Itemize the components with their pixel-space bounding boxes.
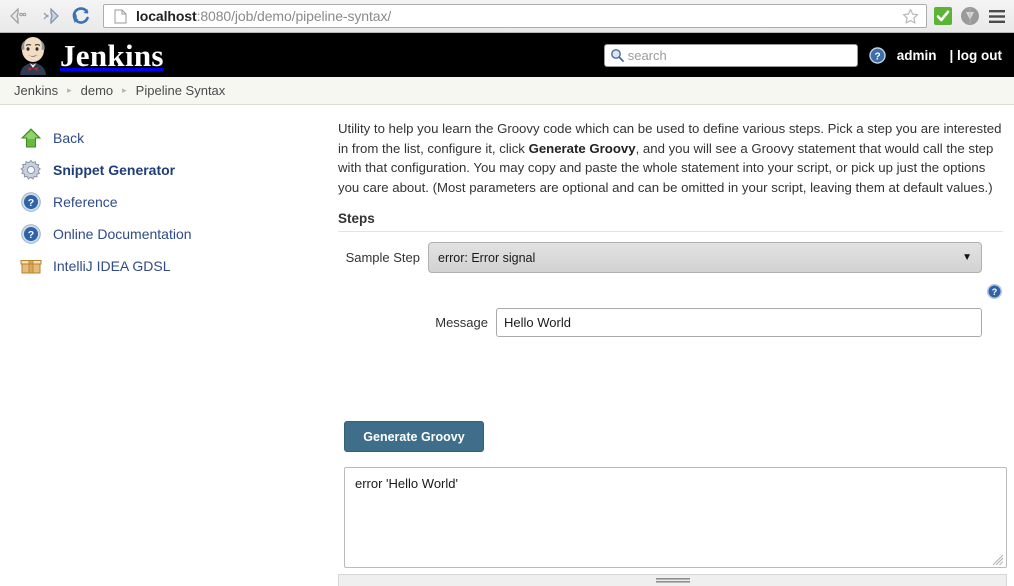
- green-check-icon[interactable]: [932, 5, 954, 27]
- jenkins-butler-icon: [14, 35, 52, 75]
- url-text: localhost:8080/job/demo/pipeline-syntax/: [136, 8, 391, 24]
- main-content: Utility to help you learn the Groovy cod…: [332, 105, 1014, 586]
- sidebar-item-label: Reference: [53, 194, 118, 210]
- intro-emphasis: Generate Groovy: [529, 141, 636, 156]
- breadcrumb-item-pipeline-syntax[interactable]: Pipeline Syntax: [136, 83, 226, 98]
- jenkins-header: Jenkins search ? admin | log out: [0, 33, 1014, 77]
- generated-groovy-text: error 'Hello World': [355, 476, 458, 491]
- breadcrumb: Jenkins ▸ demo ▸ Pipeline Syntax: [0, 77, 1014, 105]
- svg-text:?: ?: [874, 51, 880, 62]
- gear-icon: [19, 158, 43, 182]
- sidebar-item-online-documentation[interactable]: ? Online Documentation: [0, 218, 332, 250]
- jenkins-logo-link[interactable]: Jenkins: [14, 35, 164, 75]
- gray-shield-icon[interactable]: [959, 5, 981, 27]
- chevron-down-icon: ▼: [962, 252, 972, 263]
- sidebar-item-snippet-generator[interactable]: Snippet Generator: [0, 154, 332, 186]
- up-arrow-icon: [19, 126, 43, 150]
- address-bar[interactable]: localhost:8080/job/demo/pipeline-syntax/: [103, 4, 927, 28]
- sidebar-item-intellij-idea-gdsl[interactable]: IntelliJ IDEA GDSL: [0, 250, 332, 282]
- sidebar-item-label: IntelliJ IDEA GDSL: [53, 258, 171, 274]
- header-right-group: search ? admin | log out: [604, 44, 1002, 67]
- sidebar-item-reference[interactable]: ? Reference: [0, 186, 332, 218]
- generate-groovy-button[interactable]: Generate Groovy: [344, 421, 484, 452]
- svg-text:?: ?: [28, 229, 34, 241]
- sidebar: Back Snippet Generator ? Reference: [0, 105, 332, 586]
- splitter-grip-icon: [656, 578, 690, 583]
- reload-button[interactable]: [68, 3, 94, 29]
- sample-step-label: Sample Step: [338, 250, 428, 265]
- user-admin-link[interactable]: admin: [897, 48, 937, 63]
- hamburger-menu-icon[interactable]: [986, 5, 1008, 27]
- sidebar-item-label: Back: [53, 130, 84, 146]
- sidebar-item-back[interactable]: Back: [0, 122, 332, 154]
- svg-text:?: ?: [28, 197, 34, 209]
- sample-step-dropdown[interactable]: error: Error signal ▼: [428, 242, 982, 273]
- message-field-value: Hello World: [504, 315, 571, 330]
- generated-groovy-output[interactable]: error 'Hello World': [344, 467, 1007, 568]
- help-question-icon: ?: [19, 222, 43, 246]
- breadcrumb-item-demo[interactable]: demo: [81, 83, 114, 98]
- search-input[interactable]: search: [604, 44, 858, 67]
- sidebar-item-label: Online Documentation: [53, 226, 192, 242]
- reload-icon: [71, 6, 91, 26]
- url-host: localhost: [136, 8, 197, 24]
- header-help-icon[interactable]: ?: [869, 47, 886, 64]
- star-icon[interactable]: [899, 5, 921, 27]
- search-placeholder-text: search: [628, 48, 667, 63]
- chevron-right-icon: ▸: [122, 85, 127, 96]
- breadcrumb-item-jenkins[interactable]: Jenkins: [14, 83, 58, 98]
- sample-step-value: error: Error signal: [438, 251, 535, 265]
- browser-toolbar: localhost:8080/job/demo/pipeline-syntax/: [0, 0, 1014, 33]
- message-field[interactable]: Hello World: [496, 308, 982, 337]
- back-button[interactable]: [6, 3, 32, 29]
- forward-button[interactable]: [37, 3, 63, 29]
- steps-heading: Steps: [338, 211, 1003, 232]
- forward-arrow-icon: [39, 7, 61, 25]
- sidebar-item-label: Snippet Generator: [53, 162, 175, 178]
- sample-step-row: Sample Step error: Error signal ▼: [338, 242, 1007, 273]
- search-icon: [610, 48, 624, 62]
- help-question-icon[interactable]: ?: [986, 283, 1003, 300]
- page-document-icon: [109, 5, 131, 27]
- message-label: Message: [338, 315, 496, 330]
- svg-text:?: ?: [992, 287, 998, 297]
- message-row: Message Hello World: [338, 308, 1007, 337]
- help-question-icon: ?: [19, 190, 43, 214]
- chevron-right-icon: ▸: [67, 85, 72, 96]
- url-path: :8080/job/demo/pipeline-syntax/: [197, 8, 392, 24]
- intro-paragraph: Utility to help you learn the Groovy cod…: [338, 119, 1003, 197]
- resize-grip-icon[interactable]: [992, 554, 1004, 566]
- package-box-icon: [19, 254, 43, 278]
- back-arrow-icon: [8, 7, 30, 25]
- brand-title: Jenkins: [60, 40, 164, 71]
- logout-link[interactable]: | log out: [949, 48, 1002, 63]
- page-body: Back Snippet Generator ? Reference: [0, 105, 1014, 586]
- field-help-row: ?: [338, 283, 1003, 300]
- panel-splitter[interactable]: [338, 574, 1007, 586]
